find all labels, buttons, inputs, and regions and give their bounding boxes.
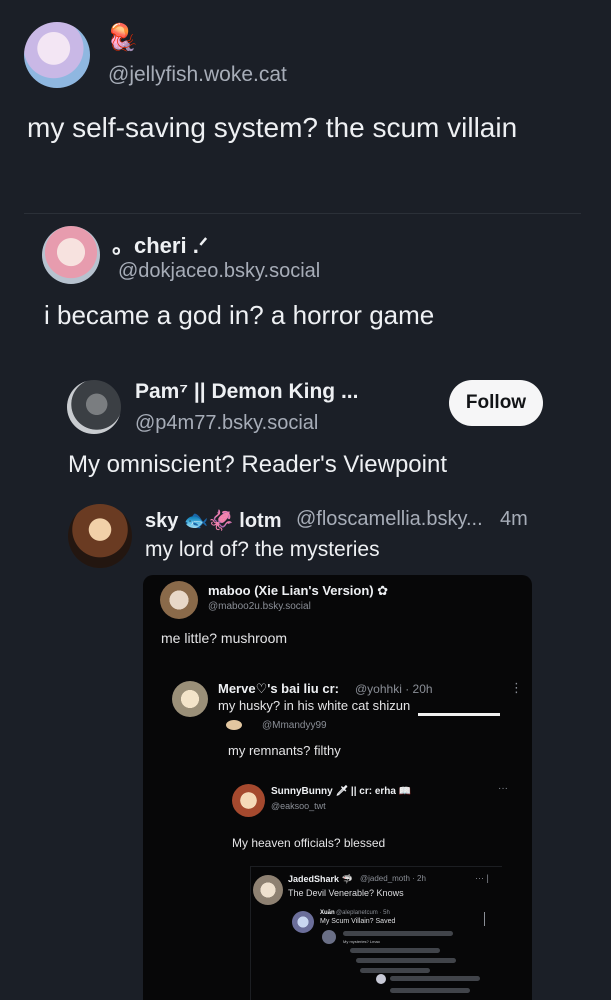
quote3-text: my lord of? the mysteries: [145, 538, 380, 561]
maboo-text: me little? mushroom: [161, 630, 288, 646]
avatar: [172, 681, 208, 717]
quote3-author-name[interactable]: sky 🐟🦑 lotm: [145, 508, 282, 533]
avatar[interactable]: [24, 22, 90, 88]
quote1-author-name[interactable]: 。cheri .ᐟ: [112, 228, 208, 260]
mandyy-text: my remnants? filthy: [228, 743, 341, 758]
reply-line: [350, 948, 440, 953]
avatar: [292, 911, 314, 933]
merve-handle: @yohhki · 20h: [355, 682, 433, 696]
quote1-author-handle[interactable]: @dokjaceo.bsky.social: [118, 260, 320, 283]
quote2-author-name[interactable]: Pam⁷ || Demon King ...: [135, 380, 358, 404]
avatar[interactable]: [68, 504, 132, 568]
avatar: [376, 974, 386, 984]
divider: [24, 213, 581, 214]
scrollbar: [484, 912, 485, 926]
author-emoji: 🪼: [106, 22, 139, 52]
author-handle[interactable]: @jellyfish.woke.cat: [108, 63, 287, 87]
xuan-name: Xuān: [320, 910, 335, 916]
reply-line: [343, 931, 453, 936]
sunny-handle: @eaksoo_twt: [271, 801, 326, 811]
more-icon: ···: [498, 783, 508, 794]
avatar: [253, 875, 283, 905]
maboo-handle: @maboo2u.bsky.social: [208, 601, 311, 612]
quote2-author-handle[interactable]: @p4m77.bsky.social: [135, 412, 318, 435]
merve-text: my husky? in his white cat shizun: [218, 698, 411, 713]
avatar: [160, 581, 198, 619]
quote1-text: i became a god in? a horror game: [44, 300, 435, 330]
avatar[interactable]: [42, 226, 100, 284]
avatar: [226, 720, 242, 730]
reply-line: [360, 968, 430, 973]
maboo-name: maboo (Xie Lian's Version) ✿: [208, 583, 389, 598]
avatar[interactable]: [67, 380, 121, 434]
sunny-name: SunnyBunny 🗡 || cr: erha 📖: [271, 786, 412, 797]
jaded-name: JadedShark 🦈: [288, 874, 353, 884]
divider: [418, 713, 500, 716]
quote3-author-handle[interactable]: @floscamellia.bsky...: [296, 508, 483, 531]
deep-text: My mysteries? Lmao: [343, 939, 380, 944]
merve-name: Merve♡'s bai liu cr:: [218, 681, 339, 696]
reply-line: [390, 988, 470, 993]
quote3-time: 4m: [500, 508, 528, 530]
reply-line: [390, 976, 480, 981]
more-icon: ⋮: [510, 680, 523, 695]
reply-line: [356, 958, 456, 963]
post-text: my self-saving system? the scum villain: [27, 112, 518, 143]
mandyy-handle: @Mmandyy99: [262, 720, 327, 731]
xuan-handle: @aleplanetcum · 5h: [336, 910, 390, 916]
avatar: [322, 930, 336, 944]
quote2-text: My omniscient? Reader's Viewpoint: [68, 451, 447, 478]
xuan-text: My Scum Villain? Saved: [320, 918, 396, 925]
jaded-text: The Devil Venerable? Knows: [288, 888, 404, 898]
sunny-text: My heaven officials? blessed: [232, 836, 386, 850]
more-icon: ··· |: [475, 873, 489, 883]
follow-button[interactable]: Follow: [449, 380, 543, 426]
avatar: [232, 784, 265, 817]
jaded-handle: @jaded_moth · 2h: [360, 874, 426, 883]
